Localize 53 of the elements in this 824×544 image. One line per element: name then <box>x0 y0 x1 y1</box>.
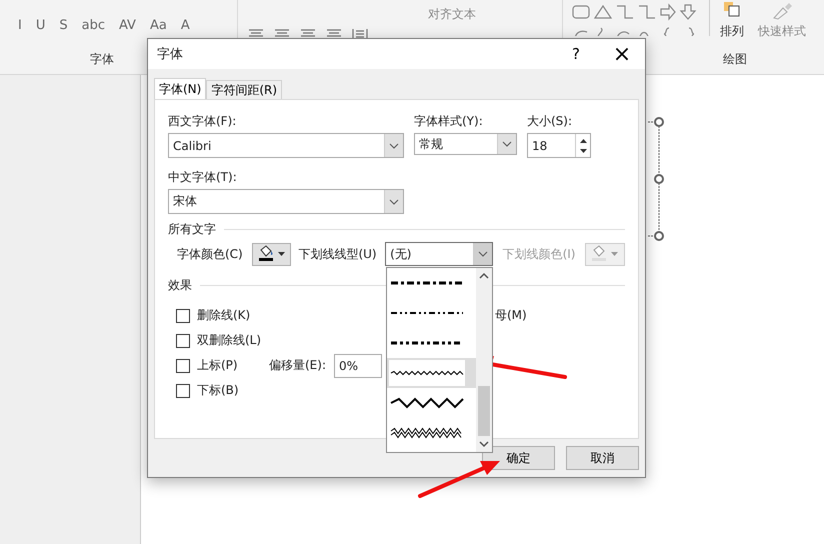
chevron-down-icon <box>389 198 399 204</box>
scroll-up-icon[interactable] <box>479 272 489 280</box>
section-heading: 效果 <box>168 276 192 294</box>
dialog-title: 字体 <box>157 46 184 63</box>
group-label: 绘图 <box>723 51 747 68</box>
size-spinbox[interactable]: 18 <box>527 133 591 158</box>
arrange-button[interactable]: 排列 <box>720 23 744 40</box>
format-button[interactable]: AV <box>117 18 138 33</box>
underline-style-combo[interactable]: (无) <box>385 242 493 266</box>
chevron-down-icon <box>478 251 488 257</box>
cancel-button[interactable]: 取消 <box>566 446 639 470</box>
line-style-icon <box>389 397 465 409</box>
underline-color-button[interactable] <box>585 242 625 266</box>
field-label: 偏移量(E): <box>269 357 327 374</box>
underline-option[interactable] <box>387 358 476 388</box>
format-button[interactable]: S <box>57 18 70 33</box>
checkbox-label: 下标(B) <box>197 382 239 399</box>
asian-font-combo[interactable]: 宋体 <box>168 189 404 214</box>
format-button[interactable]: U <box>34 18 48 33</box>
format-button[interactable]: abc <box>80 18 107 33</box>
offset-field[interactable]: 0% <box>334 354 382 378</box>
font-color-button[interactable] <box>252 242 292 266</box>
close-button[interactable]: × <box>599 39 645 69</box>
tab[interactable]: 字符间距(R) <box>206 80 282 99</box>
field-label: 中文字体(T): <box>168 169 238 185</box>
font-style-combo[interactable]: 常规 <box>414 133 517 155</box>
group-label: 字体 <box>90 51 114 68</box>
checkbox[interactable] <box>176 334 190 348</box>
checkbox[interactable] <box>176 308 190 322</box>
checkbox[interactable] <box>176 358 190 372</box>
checkbox-label: 双删除线(L) <box>197 332 262 349</box>
checkbox-label: 上标(P) <box>197 357 238 374</box>
field-label: 字体颜色(C) <box>177 246 244 262</box>
checkbox[interactable] <box>176 384 190 398</box>
latin-font-combo[interactable]: Calibri <box>168 133 404 158</box>
field-label: 下划线颜色(I) <box>502 246 576 262</box>
scroll-down-icon[interactable] <box>479 440 489 448</box>
format-button[interactable]: A <box>178 18 192 33</box>
format-button[interactable]: Aa <box>148 18 169 33</box>
scrollbar-thumb[interactable] <box>478 386 490 436</box>
field-label: 字体样式(Y): <box>414 113 484 129</box>
field-label: 下划线线型(U) <box>298 246 378 262</box>
help-button[interactable]: ? <box>553 39 599 69</box>
scrollbar[interactable] <box>476 268 492 452</box>
tab[interactable]: 字体(N) <box>154 78 206 99</box>
format-button[interactable]: I <box>16 18 24 33</box>
field-label: 西文字体(F): <box>168 113 238 129</box>
chevron-down-icon <box>389 142 399 148</box>
chevron-down-icon <box>502 141 512 147</box>
checkbox-label: 母(M) <box>495 307 527 324</box>
checkbox-label: 删除线(K) <box>197 307 250 324</box>
section-heading: 所有文字 <box>168 220 216 238</box>
field-label: 大小(S): <box>527 113 574 129</box>
